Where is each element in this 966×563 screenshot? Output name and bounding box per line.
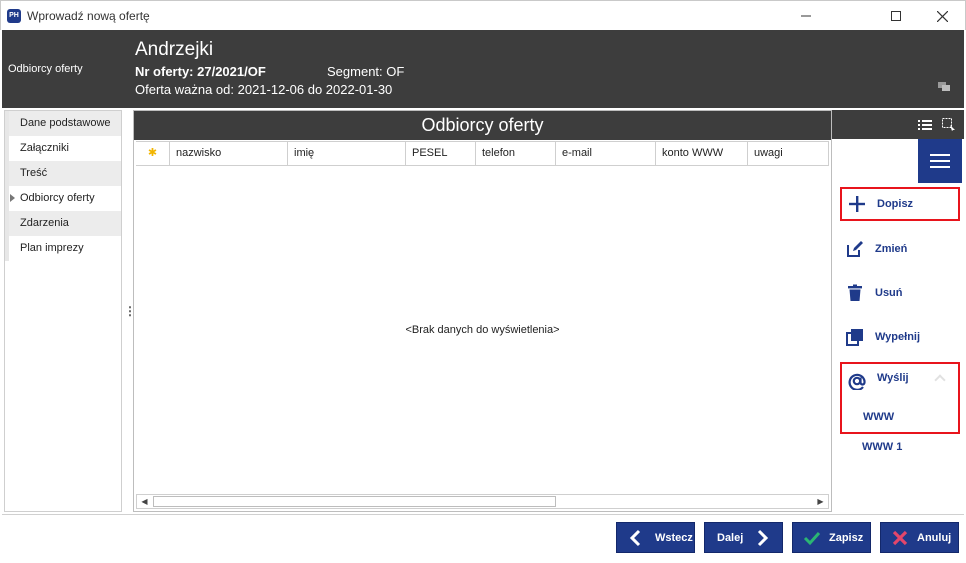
wyslij-label: Wyślij xyxy=(877,372,909,384)
column-header-imie[interactable]: imię xyxy=(288,142,406,165)
minimize-button[interactable] xyxy=(783,1,829,31)
save-button[interactable]: Zapisz xyxy=(792,522,871,553)
cancel-label: Anuluj xyxy=(917,531,952,544)
back-button[interactable]: Wstecz xyxy=(616,522,695,553)
select-area-icon[interactable] xyxy=(942,118,956,131)
section-nav: Dane podstawowe Załączniki Treść Odbiorc… xyxy=(4,110,122,512)
offer-validity: Oferta ważna od: 2021-12-06 do 2022-01-3… xyxy=(135,82,393,97)
nav-item-label: Zdarzenia xyxy=(20,217,69,229)
checkmark-icon xyxy=(803,531,821,545)
trash-icon xyxy=(848,284,862,301)
nav-item-label: Odbiorcy oferty xyxy=(20,192,95,204)
column-header-email[interactable]: e-mail xyxy=(556,142,656,165)
chevron-right-icon xyxy=(758,529,769,546)
grid-toolbar xyxy=(832,110,964,139)
wyslij-button[interactable]: Wyślij WWW xyxy=(840,362,960,434)
grid-header-row: ✱ nazwisko imię PESEL telefon e-mail kon… xyxy=(136,141,829,166)
usun-label: Usuń xyxy=(875,287,903,299)
app-logo-icon: PH xyxy=(7,9,21,23)
dopisz-label: Dopisz xyxy=(877,198,914,210)
hamburger-line xyxy=(930,160,950,162)
chat-icon[interactable] xyxy=(938,82,950,92)
hamburger-line xyxy=(930,166,950,168)
nav-item-plan-imprezy[interactable]: Plan imprezy xyxy=(5,236,121,261)
hamburger-line xyxy=(930,154,950,156)
save-label: Zapisz xyxy=(829,531,864,544)
dopisz-button[interactable]: Dopisz xyxy=(840,187,960,221)
chevron-left-icon xyxy=(629,529,641,546)
current-section-label: Odbiorcy oferty xyxy=(8,63,83,75)
nav-item-label: Załączniki xyxy=(20,142,69,154)
maximize-icon xyxy=(891,11,901,21)
close-window-button[interactable] xyxy=(919,1,965,31)
maximize-button[interactable] xyxy=(873,1,919,31)
nav-item-label: Treść xyxy=(20,167,48,179)
offer-header: Odbiorcy oferty Andrzejki Nr oferty: 27/… xyxy=(2,30,964,108)
cancel-x-icon xyxy=(892,530,908,545)
nav-item-label: Dane podstawowe xyxy=(20,117,111,129)
zmien-label: Zmień xyxy=(875,243,908,255)
wypelnij-button[interactable]: Wypełnij xyxy=(840,320,960,354)
cancel-button[interactable]: Anuluj xyxy=(880,522,959,553)
zmien-button[interactable]: Zmień xyxy=(840,232,960,266)
wyslij-option-www1[interactable]: WWW 1 xyxy=(862,441,902,453)
chevron-up-icon[interactable] xyxy=(934,374,946,386)
panel-splitter-handle[interactable]: ⋮ xyxy=(124,305,136,317)
minimize-icon xyxy=(801,15,811,17)
column-header-konto-www[interactable]: konto WWW xyxy=(656,142,748,165)
horizontal-scrollbar[interactable]: ◀ ▶ xyxy=(136,494,829,509)
edit-icon xyxy=(847,241,863,257)
window-title: Wprowadź nową ofertę xyxy=(27,9,150,23)
column-header-telefon[interactable]: telefon xyxy=(476,142,556,165)
scroll-right-icon[interactable]: ▶ xyxy=(813,495,828,508)
new-row-star-icon[interactable]: ✱ xyxy=(136,142,170,165)
list-view-icon[interactable] xyxy=(918,118,932,131)
column-header-nazwisko[interactable]: nazwisko xyxy=(170,142,288,165)
plus-icon xyxy=(849,196,865,212)
client-name: Andrzejki xyxy=(135,39,214,60)
next-button[interactable]: Dalej xyxy=(704,522,783,553)
scrollbar-thumb[interactable] xyxy=(153,496,556,507)
nav-item-dane-podstawowe[interactable]: Dane podstawowe xyxy=(5,111,121,136)
at-sign-icon xyxy=(848,373,866,390)
column-header-uwagi[interactable]: uwagi xyxy=(748,142,829,165)
nav-item-tresc[interactable]: Treść xyxy=(5,161,121,186)
grid-title: Odbiorcy oferty xyxy=(134,111,831,140)
wyslij-option-www[interactable]: WWW xyxy=(863,411,894,423)
scroll-left-icon[interactable]: ◀ xyxy=(137,495,152,508)
offer-segment: Segment: OF xyxy=(327,64,405,79)
footer-bar: Wstecz Dalej Zapisz Anuluj xyxy=(2,514,964,561)
nav-item-zalaczniki[interactable]: Załączniki xyxy=(5,136,121,161)
empty-grid-message: <Brak danych do wyświetlenia> xyxy=(405,324,560,336)
nav-item-odbiorcy-oferty[interactable]: Odbiorcy oferty xyxy=(5,186,121,211)
column-header-pesel[interactable]: PESEL xyxy=(406,142,476,165)
window-titlebar: PH Wprowadź nową ofertę xyxy=(0,0,966,30)
nav-item-zdarzenia[interactable]: Zdarzenia xyxy=(5,211,121,236)
close-icon xyxy=(936,10,948,22)
copy-fill-icon xyxy=(846,329,863,346)
recipients-grid: Odbiorcy oferty ✱ nazwisko imię PESEL te… xyxy=(133,110,832,512)
wypelnij-label: Wypełnij xyxy=(875,331,921,343)
nav-item-label: Plan imprezy xyxy=(20,242,84,254)
next-label: Dalej xyxy=(717,531,744,544)
usun-button[interactable]: Usuń xyxy=(840,276,960,310)
actions-panel: Dopisz Zmień Usuń Wypełnij Wyślij WWW WW… xyxy=(832,139,964,512)
menu-toggle-button[interactable] xyxy=(918,139,962,183)
back-label: Wstecz xyxy=(655,531,693,544)
offer-number: Nr oferty: 27/2021/OF xyxy=(135,64,266,79)
